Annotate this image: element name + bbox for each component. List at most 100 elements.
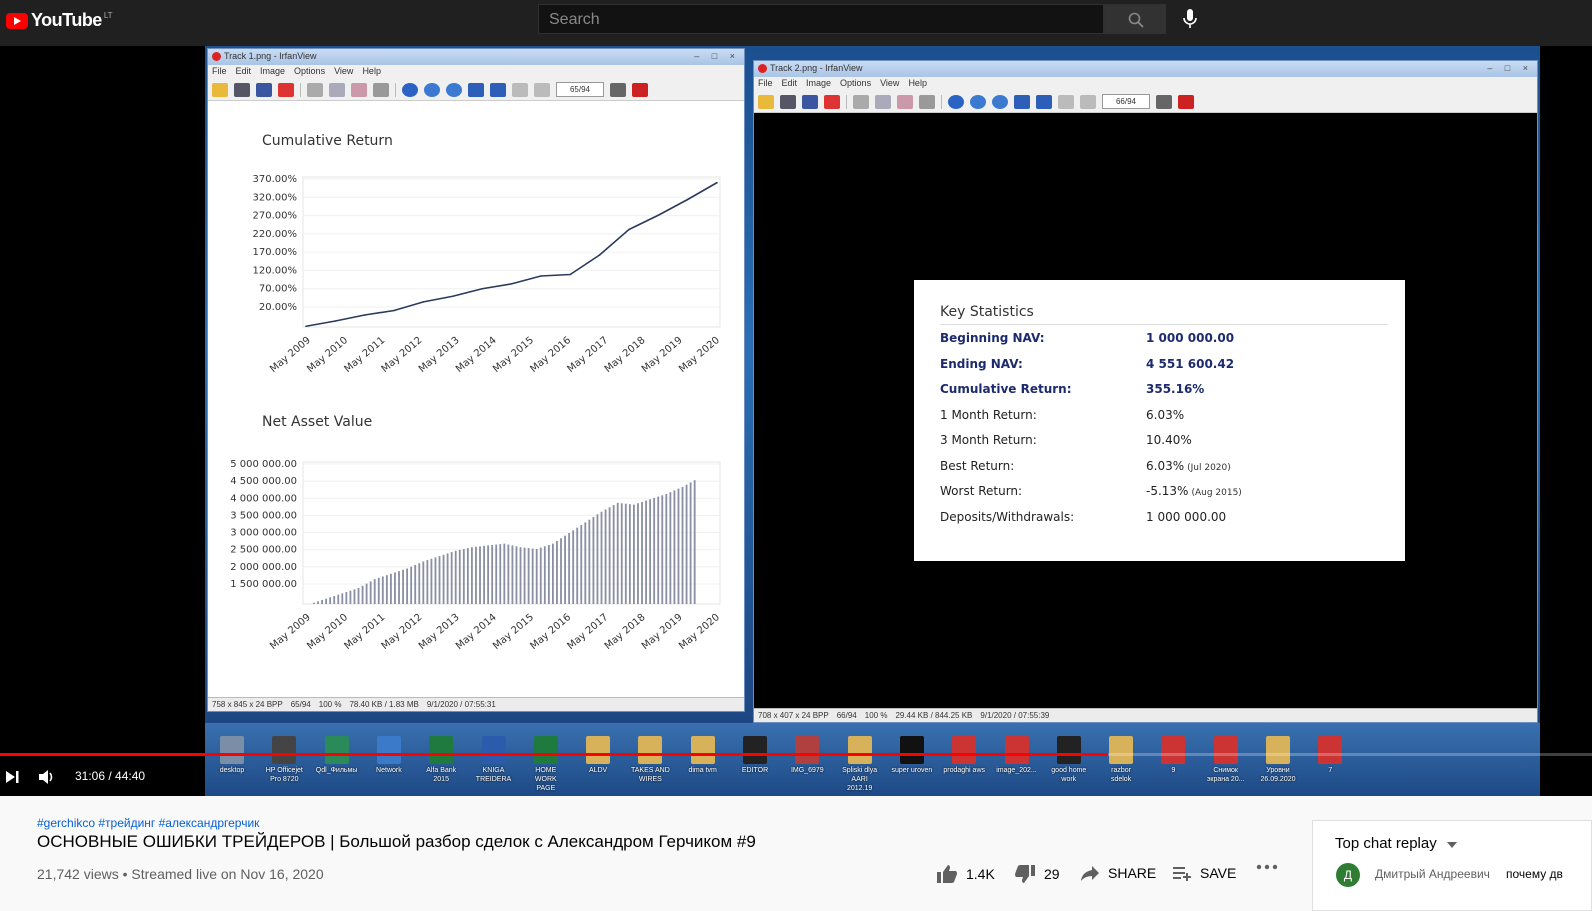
bar (369, 581, 372, 604)
open-icon[interactable] (212, 82, 228, 97)
settings-icon[interactable] (1156, 94, 1172, 109)
window-controls[interactable]: – □ × (694, 51, 740, 61)
undo-icon[interactable] (373, 82, 389, 97)
window-toolbar: 66/94 (754, 91, 1537, 113)
zoom-in-icon[interactable] (970, 94, 986, 109)
add-to-playlist-icon (1173, 867, 1191, 881)
menu-item-image[interactable]: Image (806, 78, 831, 90)
bar (381, 576, 384, 604)
copy-page-icon[interactable] (512, 82, 528, 97)
stat-value: -5.13% (Aug 2015) (1146, 484, 1242, 498)
search-button[interactable] (1104, 4, 1166, 34)
share-button[interactable]: SHARE (1080, 864, 1156, 882)
settings-icon[interactable] (610, 82, 626, 97)
undo-icon[interactable] (919, 94, 935, 109)
menu-item-options[interactable]: Options (840, 78, 871, 90)
chat-mode-dropdown[interactable]: Top chat replay (1335, 835, 1457, 852)
page-counter[interactable]: 65/94 (556, 82, 604, 97)
status-field: 758 x 845 x 24 BPP (212, 700, 283, 709)
info-icon[interactable] (948, 94, 964, 109)
menu-item-edit[interactable]: Edit (236, 66, 252, 78)
key-statistics-divider (940, 324, 1388, 325)
net-asset-value-chart: 5 000 000.00 4 500 000.00 4 000 000.00 3 50… (230, 459, 722, 652)
paste-icon[interactable] (351, 82, 367, 97)
voice-search-button[interactable] (1182, 8, 1198, 35)
previous-arrow-icon[interactable] (1014, 94, 1030, 109)
info-icon[interactable] (402, 82, 418, 97)
copy-icon[interactable] (329, 82, 345, 97)
toolbar-separator (846, 94, 847, 109)
window-title: Track 1.png - IrfanView (224, 51, 317, 61)
country-code: LT (103, 11, 113, 20)
stat-value: 6.03% (1146, 408, 1184, 422)
cut-icon[interactable] (853, 94, 869, 109)
y-tick-label: 220.00% (253, 229, 298, 240)
menu-item-image[interactable]: Image (260, 66, 285, 78)
zoom-in-icon[interactable] (424, 82, 440, 97)
bar (657, 496, 660, 604)
stat-label: Deposits/Withdrawals: (940, 509, 1075, 524)
menu-item-view[interactable]: View (880, 78, 899, 90)
video-player[interactable]: Track 1.png - IrfanView – □ × File Edit Im… (0, 46, 1592, 796)
bar (402, 569, 404, 604)
slideshow-icon[interactable] (234, 82, 250, 97)
youtube-logo[interactable]: YouTube LT (6, 10, 113, 31)
menu-item-options[interactable]: Options (294, 66, 325, 78)
status-field: 708 x 407 x 24 BPP (758, 711, 829, 720)
save-button[interactable]: SAVE (1172, 864, 1236, 882)
bar (604, 509, 607, 604)
stat-value-text: 10.40% (1146, 433, 1192, 447)
stat-note: (Aug 2015) (1191, 488, 1242, 498)
stat-value: 355.16% (1146, 382, 1204, 396)
menu-item-file[interactable]: File (758, 78, 773, 90)
dislike-button[interactable]: 29 (1014, 864, 1060, 884)
bar (507, 544, 510, 604)
next-video-icon[interactable] (3, 768, 21, 786)
page-counter[interactable]: 66/94 (1102, 94, 1150, 109)
delete-icon[interactable] (278, 82, 294, 97)
stat-value: 4 551 600.42 (1146, 357, 1234, 371)
exit-icon[interactable] (632, 82, 648, 97)
next-arrow-icon[interactable] (490, 82, 506, 97)
stat-label: 1 Month Return: (940, 407, 1037, 422)
delete-icon[interactable] (824, 94, 840, 109)
thumbs-up-icon (937, 865, 957, 883)
bar (600, 511, 603, 604)
copy-icon[interactable] (875, 94, 891, 109)
next-arrow-icon[interactable] (1036, 94, 1052, 109)
y-tick-label: 120.00% (253, 265, 298, 276)
avatar[interactable]: Д (1336, 863, 1360, 887)
previous-arrow-icon[interactable] (468, 82, 484, 97)
dislike-count: 29 (1044, 866, 1060, 882)
more-actions-button[interactable] (1256, 864, 1278, 870)
copy-page-icon[interactable] (1058, 94, 1074, 109)
search-input[interactable]: Search (538, 4, 1104, 34)
save-icon[interactable] (802, 94, 818, 109)
like-button[interactable]: 1.4K (936, 864, 995, 884)
open-icon[interactable] (758, 94, 774, 109)
slideshow-icon[interactable] (780, 94, 796, 109)
menu-item-edit[interactable]: Edit (782, 78, 798, 90)
bar (398, 571, 400, 604)
move-page-icon[interactable] (1080, 94, 1096, 109)
menu-item-file[interactable]: File (212, 66, 227, 78)
bar (479, 546, 481, 604)
move-page-icon[interactable] (534, 82, 550, 97)
video-hashtags[interactable]: #gerchikco #трейдинг #александргерчик (37, 816, 259, 830)
y-tick-label: 3 500 000.00 (230, 510, 297, 521)
cut-icon[interactable] (307, 82, 323, 97)
window-title-bar: Track 2.png - IrfanView – □ × (754, 61, 1537, 77)
window-controls[interactable]: – □ × (1487, 63, 1533, 73)
zoom-out-icon[interactable] (992, 94, 1008, 109)
y-tick-label: 5 000 000.00 (230, 459, 297, 470)
zoom-out-icon[interactable] (446, 82, 462, 97)
save-icon[interactable] (256, 82, 272, 97)
bar (341, 593, 344, 604)
menu-item-help[interactable]: Help (362, 66, 381, 78)
menu-item-view[interactable]: View (334, 66, 353, 78)
paste-icon[interactable] (897, 94, 913, 109)
exit-icon[interactable] (1178, 94, 1194, 109)
menu-item-help[interactable]: Help (908, 78, 927, 90)
stat-value-text: -5.13% (1146, 484, 1189, 498)
volume-icon[interactable] (37, 768, 57, 786)
